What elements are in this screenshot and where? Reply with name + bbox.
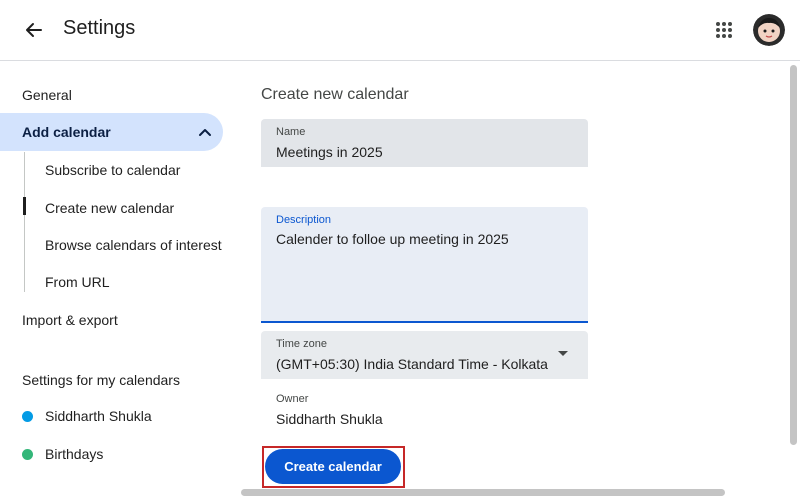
sidebar-item-import-export[interactable]: Import & export [22, 312, 118, 328]
timezone-value: (GMT+05:30) India Standard Time - Kolkat… [276, 356, 548, 372]
timezone-select[interactable]: Time zone (GMT+05:30) India Standard Tim… [261, 331, 588, 379]
name-label: Name [276, 126, 306, 138]
name-input[interactable]: Meetings in 2025 [276, 144, 383, 160]
back-button[interactable] [18, 14, 50, 46]
owner-value: Siddharth Shukla [276, 411, 383, 427]
sidebar-item-subscribe[interactable]: Subscribe to calendar [45, 162, 180, 178]
sidebar-item-create-new-calendar[interactable]: Create new calendar [45, 200, 174, 216]
timezone-label: Time zone [276, 338, 327, 350]
sidebar-item-add-calendar[interactable]: Add calendar [0, 113, 223, 151]
description-input[interactable]: Calender to folloe up meeting in 2025 [276, 231, 509, 247]
app-header: Settings [0, 0, 800, 61]
user-avatar-icon [753, 14, 785, 46]
create-calendar-button[interactable]: Create calendar [265, 449, 401, 484]
active-submenu-marker [23, 197, 26, 215]
sidebar-item-browse-calendars[interactable]: Browse calendars of interest [45, 237, 222, 253]
sidebar-calendar-item[interactable]: Birthdays [22, 446, 103, 462]
sidebar-item-label: Add calendar [22, 124, 111, 140]
chevron-up-icon [199, 129, 211, 136]
name-field[interactable]: Name Meetings in 2025 [261, 119, 588, 167]
apps-button[interactable] [708, 14, 740, 46]
sidebar-calendar-item[interactable]: Siddharth Shukla [22, 408, 152, 424]
section-title-my-calendars: Settings for my calendars [22, 372, 180, 388]
vertical-scrollbar[interactable] [790, 65, 797, 445]
sidebar-item-from-url[interactable]: From URL [45, 274, 110, 290]
avatar[interactable] [753, 14, 785, 46]
settings-sidebar: General Add calendar Subscribe to calend… [0, 62, 240, 500]
dropdown-caret-icon [558, 351, 568, 356]
owner-label: Owner [276, 393, 309, 405]
calendar-color-dot [22, 410, 33, 422]
description-label: Description [276, 214, 332, 226]
calendar-name: Siddharth Shukla [45, 408, 152, 424]
grid-apps-icon [716, 22, 732, 38]
submenu-divider [24, 152, 25, 292]
sidebar-item-general[interactable]: General [22, 87, 72, 103]
horizontal-scrollbar[interactable] [241, 489, 725, 496]
description-field[interactable]: Description Calender to folloe up meetin… [261, 207, 588, 323]
page-title: Settings [63, 17, 136, 39]
calendar-color-dot [22, 448, 33, 460]
calendar-name: Birthdays [45, 446, 104, 462]
arrow-left-icon [26, 23, 42, 37]
section-title-create-calendar: Create new calendar [261, 86, 409, 103]
